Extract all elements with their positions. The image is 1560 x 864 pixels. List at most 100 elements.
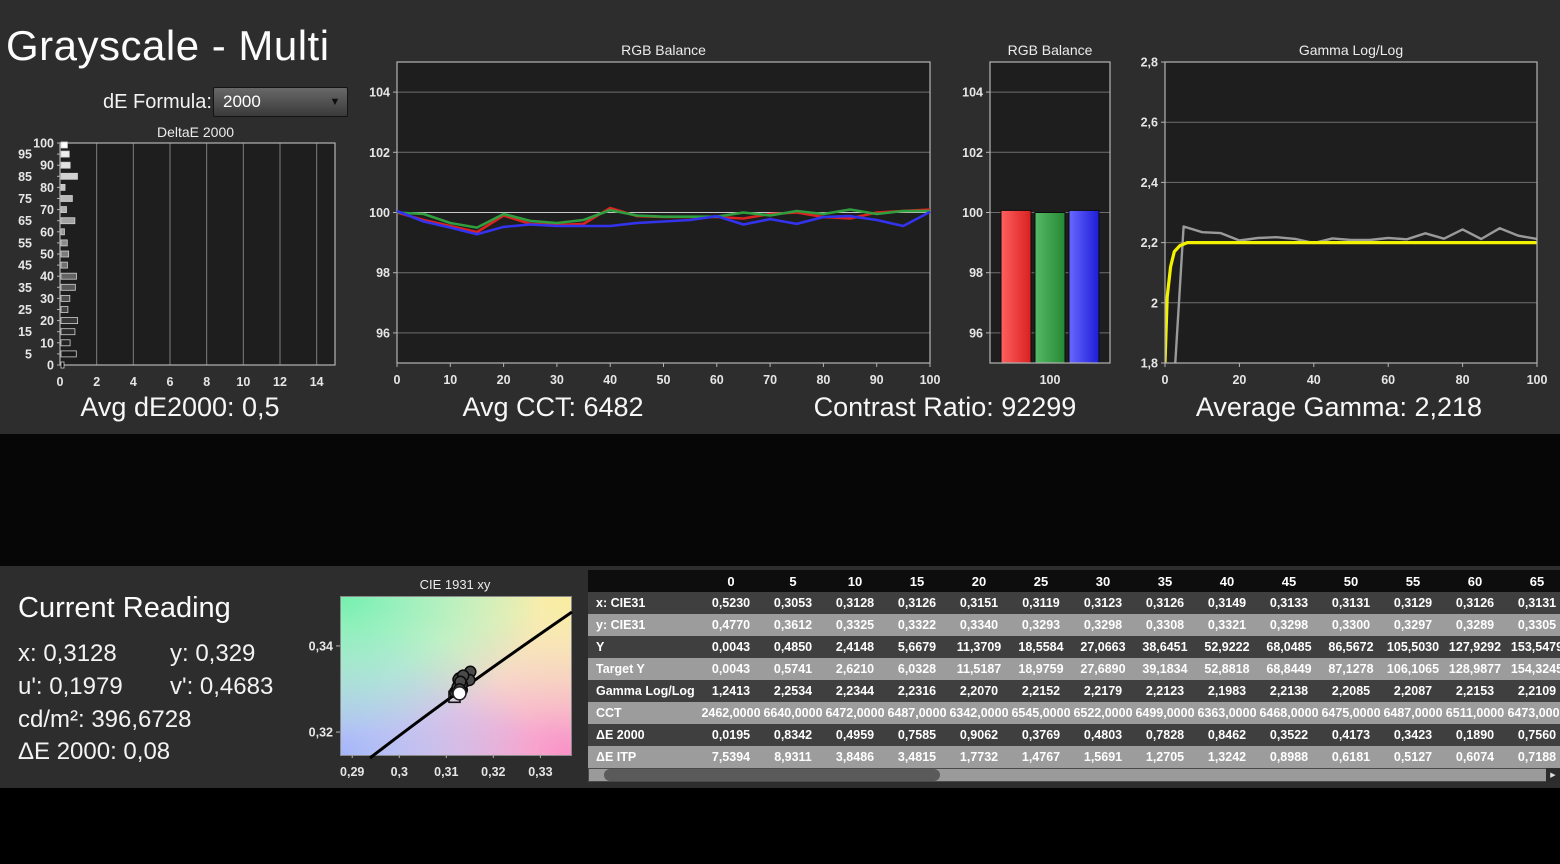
y-tick-label: 90 (40, 159, 54, 173)
blue-bar (1068, 209, 1100, 364)
table-cell: 6363,0000 (1196, 702, 1258, 724)
x-tick-label: 0,29 (340, 765, 364, 779)
deltae-bar (60, 239, 68, 247)
table-column-header: 30 (1072, 570, 1134, 592)
x-tick-label: 100 (1040, 373, 1061, 387)
chevron-down-icon: ▼ (329, 96, 341, 108)
table-cell: 1,3242 (1196, 746, 1258, 768)
table-cell: 0,3305 (1506, 614, 1560, 636)
table-cell: 86,5672 (1320, 636, 1382, 658)
table-column-header: 25 (1010, 570, 1072, 592)
table-cell: 2,6210 (824, 658, 886, 680)
table-cell: 0,3151 (948, 592, 1010, 614)
table-column-header: 50 (1320, 570, 1382, 592)
table-cell: 5,6679 (886, 636, 948, 658)
reading-x: x: 0,3128 (18, 640, 117, 667)
x-tick-label: 4 (130, 375, 137, 389)
table-cell: 0,4173 (1320, 724, 1382, 746)
table-cell: 1,5691 (1072, 746, 1134, 768)
x-tick-label: 40 (603, 373, 617, 387)
x-tick-label: 60 (1381, 373, 1395, 387)
table-cell: 2,2179 (1072, 680, 1134, 702)
table-column-header: 35 (1134, 570, 1196, 592)
table-cell: 6487,0000 (1382, 702, 1444, 724)
deltae-bar (60, 328, 76, 336)
deltae-bar (60, 172, 78, 180)
x-tick-label: 20 (497, 373, 511, 387)
table-cell: 3,8486 (824, 746, 886, 768)
table-column-header: 60 (1444, 570, 1506, 592)
table-cell: 0,3340 (948, 614, 1010, 636)
table-cell: 0,3325 (824, 614, 886, 636)
table-cell: 0,3131 (1506, 592, 1560, 614)
table-cell: 0,3522 (1258, 724, 1320, 746)
deltae-bar (60, 339, 71, 347)
green-bar (1034, 212, 1066, 364)
deltae-bar (60, 317, 79, 325)
table-cell: 7,5394 (700, 746, 762, 768)
deltae-bar (60, 217, 76, 225)
deltae-bar (60, 272, 77, 280)
table-cell: 39,1834 (1134, 658, 1196, 680)
table-column-header: 20 (948, 570, 1010, 592)
table-cell: 1,4767 (1010, 746, 1072, 768)
table-cell: 127,9292 (1444, 636, 1506, 658)
table-cell: 0,3308 (1134, 614, 1196, 636)
y-tick-label: 2,6 (1141, 116, 1158, 130)
table-scrollbar-thumb[interactable] (604, 769, 940, 781)
stat-avg-de2000: Avg dE2000: 0,5 (80, 392, 280, 422)
deltae-bar (60, 206, 67, 213)
reading-u-prime: u': 0,1979 (18, 673, 123, 700)
table-cell: 6342,0000 (948, 702, 1010, 724)
table-cell: 18,9759 (1010, 658, 1072, 680)
table-scroll-right-icon[interactable]: ▶ (1546, 768, 1560, 782)
table-cell: 2,2109 (1506, 680, 1560, 702)
bottom-bar: 0510152025303540455055606570758085909510… (0, 788, 1560, 864)
table-row-label: Gamma Log/Log (588, 680, 700, 702)
y-tick-label: 75 (18, 192, 32, 206)
table-cell: 6499,0000 (1134, 702, 1196, 724)
de-formula-select[interactable]: 2000 ▼ (213, 87, 348, 117)
x-tick-label: 60 (710, 373, 724, 387)
y-tick-label: 98 (376, 266, 390, 280)
table-row-label: Y (588, 636, 700, 658)
table-cell: 0,3129 (1382, 592, 1444, 614)
table-cell: 0,7560 (1506, 724, 1560, 746)
x-tick-label: 0,3 (391, 765, 408, 779)
table-cell: 6472,0000 (824, 702, 886, 724)
app-window: Grayscale - Multi dE Formula: 2000 ▼ Del… (0, 0, 1560, 864)
y-tick-label: 0,32 (309, 726, 333, 740)
x-tick-label: 50 (657, 373, 671, 387)
table-cell: 0,3128 (824, 592, 886, 614)
stat-avg-cct: Avg CCT: 6482 (462, 392, 644, 422)
y-tick-label: 40 (40, 270, 54, 284)
y-tick-label: 100 (369, 206, 390, 220)
deltae-bar (60, 141, 68, 149)
x-tick-label: 14 (310, 375, 324, 389)
y-tick-label: 1,8 (1141, 357, 1158, 371)
table-cell: 0,3131 (1320, 592, 1382, 614)
table-cell: 2,2123 (1134, 680, 1196, 702)
table-cell: 6487,0000 (886, 702, 948, 724)
y-tick-label: 2,4 (1141, 176, 1158, 190)
deltae-bar (60, 150, 70, 158)
table-cell: 68,8449 (1258, 658, 1320, 680)
x-tick-label: 12 (273, 375, 287, 389)
table-cell: 1,2705 (1134, 746, 1196, 768)
y-tick-label: 2 (1151, 296, 1158, 310)
table-column-header: 10 (824, 570, 886, 592)
deltae-bar (60, 228, 65, 236)
current-reading-marker (452, 686, 467, 701)
table-row-label: Target Y (588, 658, 700, 680)
table-cell: 0,3126 (886, 592, 948, 614)
y-tick-label: 20 (40, 314, 54, 328)
table-cell: 2,4148 (824, 636, 886, 658)
table-cell: 0,3289 (1444, 614, 1506, 636)
stat-average-gamma: Average Gamma: 2,218 (1195, 392, 1483, 422)
x-tick-label: 0 (1162, 373, 1169, 387)
table-cell: 6475,0000 (1320, 702, 1382, 724)
deltae-bar (60, 250, 70, 258)
table-cell: 0,8342 (762, 724, 824, 746)
x-tick-label: 40 (1307, 373, 1321, 387)
table-cell: 0,3612 (762, 614, 824, 636)
